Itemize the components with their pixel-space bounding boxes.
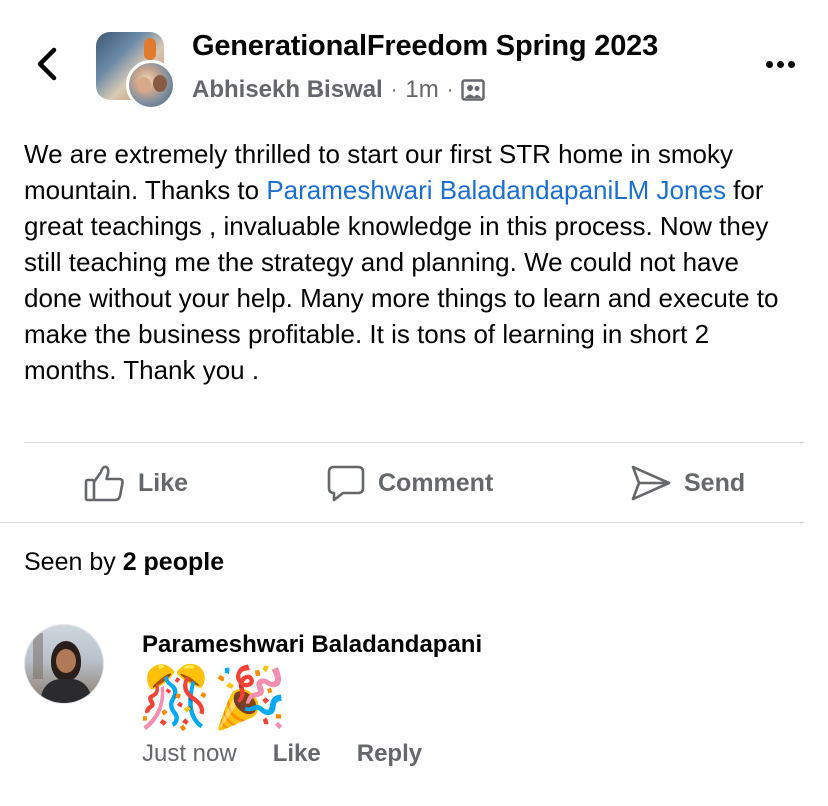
more-horizontal-icon xyxy=(765,60,773,68)
group-name[interactable]: GenerationalFreedom Spring 2023 xyxy=(192,30,658,63)
seen-by[interactable]: Seen by 2 people xyxy=(24,548,224,577)
comment-button[interactable]: Comment xyxy=(326,443,493,523)
author-name[interactable]: Abhisekh Biswal xyxy=(192,76,383,104)
comment-like-button[interactable]: Like xyxy=(273,740,321,768)
post-text-after: for great teachings , invaluable knowled… xyxy=(24,175,779,385)
post-meta: Abhisekh Biswal · 1m · xyxy=(192,76,486,104)
separator-dot: · xyxy=(446,78,454,101)
like-label: Like xyxy=(138,468,189,497)
post-header: GenerationalFreedom Spring 2023 Abhisekh… xyxy=(0,0,828,120)
thumbs-up-icon xyxy=(84,465,124,502)
seen-by-prefix: Seen by xyxy=(24,548,123,576)
post-actions: Like Comment Send xyxy=(0,443,828,523)
mention-parameshwari[interactable]: Parameshwari Baladandapani xyxy=(266,175,613,205)
send-label: Send xyxy=(684,468,746,497)
comment-label: Comment xyxy=(378,468,494,497)
like-button[interactable]: Like xyxy=(84,443,188,523)
chevron-left-icon xyxy=(37,47,57,81)
comment-bubble-icon xyxy=(327,465,365,502)
group-avatar[interactable] xyxy=(96,32,176,110)
comment-emojis: 🎊🎉 xyxy=(138,664,288,731)
post-time[interactable]: 1m xyxy=(405,76,438,104)
mention-lm-jones[interactable]: LM Jones xyxy=(613,175,726,205)
comment-reply-button[interactable]: Reply xyxy=(357,740,422,768)
divider xyxy=(0,522,804,523)
comment-meta: Just now Like Reply xyxy=(142,740,422,768)
commenter-name[interactable]: Parameshwari Baladandapani xyxy=(142,631,482,659)
author-avatar[interactable] xyxy=(126,60,176,110)
commenter-avatar[interactable] xyxy=(24,624,104,704)
group-audience-icon xyxy=(461,79,486,101)
send-icon xyxy=(631,465,671,501)
more-options-button[interactable] xyxy=(756,50,804,78)
comment-time: Just now xyxy=(142,740,237,767)
seen-by-count: 2 people xyxy=(122,548,225,576)
post-text: We are extremely thrilled to start our f… xyxy=(24,136,804,388)
separator-dot: · xyxy=(390,78,398,101)
back-button[interactable] xyxy=(32,44,62,84)
send-button[interactable]: Send xyxy=(630,443,745,523)
